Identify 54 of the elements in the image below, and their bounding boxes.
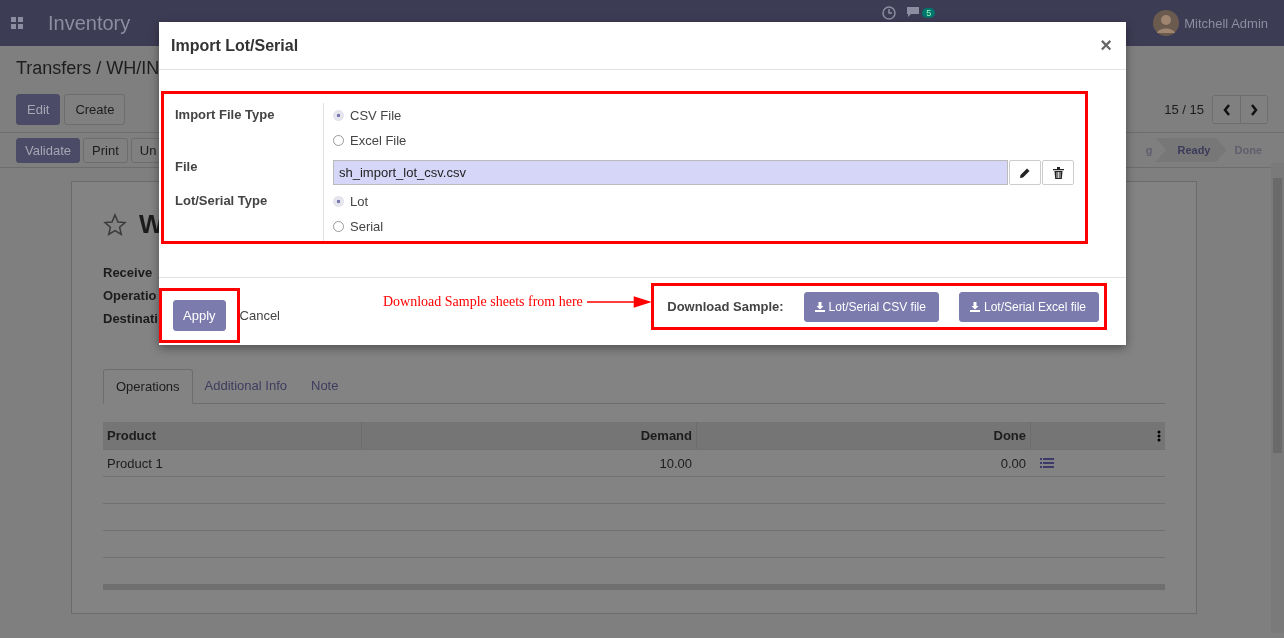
status-step[interactable]: Ready — [1155, 138, 1227, 162]
table-cell-text: Product 1 — [106, 455, 164, 471]
cancel-button[interactable]: Cancel — [239, 307, 280, 323]
field-label: Import File Type — [175, 107, 275, 122]
apply-button[interactable]: Apply — [173, 299, 226, 331]
star-icon[interactable] — [103, 212, 127, 237]
column-header[interactable]: Product — [103, 428, 361, 443]
avatar-icon[interactable] — [1153, 10, 1180, 36]
breadcrumb: Transfers / WH/IN — [16, 58, 161, 80]
download-button[interactable]: Lot/Serial Excel file — [958, 291, 1099, 322]
apps-menu-icon[interactable] — [11, 17, 23, 29]
trash-icon — [1052, 166, 1064, 179]
next-button[interactable] — [1240, 96, 1267, 123]
download-button[interactable]: Lot/Serial CSV file — [803, 291, 939, 322]
user-menu[interactable]: Mitchell Admin — [1184, 15, 1268, 31]
field-label: Destinati — [103, 311, 158, 326]
dialog-title: Import Lot/Serial — [171, 36, 299, 55]
delete-button[interactable] — [1042, 160, 1074, 186]
annotation-text: Download Sample sheets from here — [383, 294, 583, 310]
notebook-tab[interactable]: Additional Info — [192, 369, 299, 403]
column-header[interactable]: Done — [696, 422, 1030, 449]
table-cell-text: 10.00 — [658, 455, 693, 471]
notebook-tab[interactable]: Operations — [103, 369, 193, 404]
column-options-icon[interactable] — [1157, 429, 1161, 442]
radio-option[interactable]: Lot — [333, 188, 1074, 214]
field-label: File — [175, 159, 198, 175]
chat-icon[interactable] — [906, 6, 921, 18]
download-icon — [969, 301, 980, 312]
radio-option[interactable]: Serial — [333, 213, 1074, 239]
toolbar-button[interactable]: Edit — [16, 94, 61, 125]
field-label: Receive — [103, 265, 153, 280]
pager-counter: 15 / 15 — [1164, 102, 1204, 117]
table-cell-text: 0.00 — [999, 455, 1027, 471]
edit-button[interactable] — [1009, 160, 1041, 186]
field-label: Operatio — [103, 288, 157, 303]
pencil-icon — [1019, 166, 1031, 179]
clock-icon[interactable] — [882, 6, 897, 20]
message-count-badge: 5 — [922, 8, 936, 18]
column-header[interactable]: Demand — [361, 422, 696, 449]
chevron-right-icon — [1250, 103, 1258, 116]
list-icon[interactable] — [1040, 457, 1054, 468]
app-name: Inventory — [48, 11, 131, 35]
close-button[interactable]: × — [1098, 34, 1114, 57]
action-button[interactable]: Print — [83, 137, 128, 163]
radio-option[interactable]: CSV File — [333, 103, 1074, 128]
download-icon — [814, 301, 825, 312]
field-label: Lot/Serial Type — [175, 192, 268, 208]
file-name-field[interactable]: sh_import_lot_csv.csv — [333, 160, 1008, 186]
notebook-tab[interactable]: Note — [299, 369, 351, 403]
toolbar-button[interactable]: Create — [64, 94, 126, 125]
download-label: Download Sample: — [667, 299, 784, 314]
action-button[interactable]: Validate — [16, 137, 80, 163]
chevron-left-icon — [1222, 103, 1231, 116]
radio-option[interactable]: Excel File — [333, 128, 1074, 153]
